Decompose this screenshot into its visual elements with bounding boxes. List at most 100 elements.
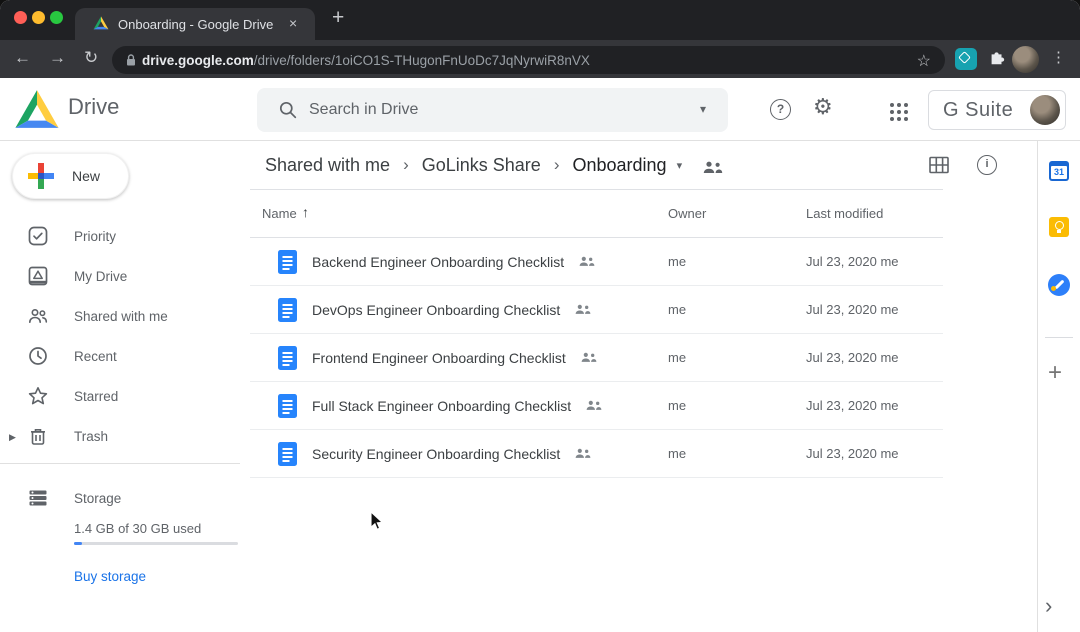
- google-keep-icon[interactable]: [1049, 217, 1069, 237]
- folder-menu-dropdown-icon[interactable]: ▾: [677, 159, 683, 172]
- browser-tab[interactable]: Onboarding - Google Drive ×: [75, 8, 315, 40]
- folder-shared-people-icon[interactable]: [703, 161, 723, 174]
- google-docs-icon: [278, 442, 297, 466]
- back-icon[interactable]: ←: [14, 48, 31, 68]
- file-row[interactable]: Full Stack Engineer Onboarding Checklist…: [250, 382, 943, 430]
- shared-people-icon: [586, 400, 602, 411]
- shared-with-me-icon: [28, 306, 48, 326]
- sidebar-divider: [0, 463, 240, 464]
- golinks-extension-icon[interactable]: [955, 48, 977, 70]
- google-tasks-icon[interactable]: [1048, 274, 1070, 296]
- storage-usage-text: 1.4 GB of 30 GB used: [74, 521, 201, 536]
- info-icon[interactable]: i: [977, 155, 997, 175]
- sidebar-item-label: Storage: [74, 491, 121, 506]
- browser-profile-avatar[interactable]: [1012, 46, 1039, 73]
- window-close-button[interactable]: [14, 11, 27, 24]
- sort-ascending-icon[interactable]: ↑: [302, 204, 309, 220]
- file-modified: Jul 23, 2020 me: [806, 398, 899, 413]
- google-calendar-icon[interactable]: 31: [1049, 161, 1069, 181]
- collapse-panel-chevron-icon[interactable]: ›: [1045, 593, 1052, 619]
- shared-people-icon: [581, 352, 597, 363]
- search-bar[interactable]: ▾: [257, 88, 728, 132]
- file-row[interactable]: Frontend Engineer Onboarding Checklist m…: [250, 334, 943, 382]
- new-button-label: New: [72, 168, 100, 184]
- file-browser-pane: Shared with me › GoLinks Share › Onboard…: [240, 141, 1037, 632]
- sidebar-item-priority[interactable]: Priority: [0, 216, 240, 256]
- gsuite-account-chip[interactable]: G Suite: [928, 90, 1066, 130]
- file-owner: me: [668, 254, 686, 269]
- file-name: Frontend Engineer Onboarding Checklist: [312, 350, 566, 366]
- sidebar-item-my-drive[interactable]: My Drive: [0, 256, 240, 296]
- sidebar-item-storage[interactable]: Storage: [0, 478, 240, 518]
- sidebar-item-label: Trash: [74, 429, 108, 444]
- file-modified: Jul 23, 2020 me: [806, 254, 899, 269]
- sidebar-item-label: Recent: [74, 349, 117, 364]
- extension-glyph: [958, 51, 971, 64]
- browser-tab-strip: Onboarding - Google Drive × +: [0, 0, 1080, 40]
- chevron-right-icon: ›: [554, 155, 560, 177]
- my-drive-icon: [28, 266, 48, 286]
- file-modified: Jul 23, 2020 me: [806, 350, 899, 365]
- settings-gear-icon[interactable]: ⚙: [813, 94, 833, 120]
- url-path: /drive/folders/1oiCO1S-THugonFnUoDc7JqNy…: [254, 53, 590, 68]
- new-tab-button[interactable]: +: [332, 6, 344, 30]
- grid-view-icon[interactable]: [929, 156, 949, 174]
- rail-divider: [1045, 337, 1073, 338]
- google-apps-grid-icon[interactable]: [890, 103, 894, 107]
- file-modified: Jul 23, 2020 me: [806, 302, 899, 317]
- search-input[interactable]: [309, 88, 669, 132]
- reload-icon[interactable]: ↻: [84, 48, 98, 68]
- column-header-name[interactable]: Name: [262, 206, 297, 221]
- file-row[interactable]: DevOps Engineer Onboarding Checklist me …: [250, 286, 943, 334]
- breadcrumb-item[interactable]: GoLinks Share: [422, 155, 541, 176]
- breadcrumb-item-current[interactable]: Onboarding: [572, 155, 666, 176]
- sidebar-item-starred[interactable]: Starred: [0, 376, 240, 416]
- file-owner: me: [668, 350, 686, 365]
- sidebar-item-recent[interactable]: Recent: [0, 336, 240, 376]
- browser-menu-icon[interactable]: ⋮: [1051, 48, 1066, 66]
- drive-favicon: [93, 16, 109, 30]
- google-docs-icon: [278, 346, 297, 370]
- calendar-day: 31: [1051, 166, 1067, 179]
- help-icon[interactable]: ?: [770, 99, 791, 120]
- extensions-puzzle-icon[interactable]: [988, 49, 1006, 67]
- drive-logo[interactable]: [14, 89, 60, 130]
- storage-progress-fill: [74, 542, 82, 545]
- sidebar-item-trash[interactable]: Trash: [0, 416, 240, 456]
- window-zoom-button[interactable]: [50, 11, 63, 24]
- app-name: Drive: [68, 94, 119, 120]
- sidebar-item-label: Priority: [74, 229, 116, 244]
- file-owner: me: [668, 302, 686, 317]
- trash-icon: [28, 426, 48, 446]
- address-bar[interactable]: drive.google.com/drive/folders/1oiCO1S-T…: [112, 46, 945, 74]
- buy-storage-link[interactable]: Buy storage: [74, 569, 146, 584]
- breadcrumb-item[interactable]: Shared with me: [265, 155, 390, 176]
- forward-icon[interactable]: →: [49, 48, 66, 68]
- window-minimize-button[interactable]: [32, 11, 45, 24]
- search-options-dropdown-icon[interactable]: ▾: [700, 102, 706, 116]
- bookmark-star-icon[interactable]: ☆: [917, 51, 931, 71]
- file-name: Full Stack Engineer Onboarding Checklist: [312, 398, 571, 414]
- breadcrumb: Shared with me › GoLinks Share › Onboard…: [240, 141, 1037, 190]
- add-addon-plus-icon[interactable]: +: [1048, 359, 1062, 387]
- column-header-modified: Last modified: [806, 206, 883, 221]
- priority-icon: [28, 226, 48, 246]
- sidebar-item-shared-with-me[interactable]: Shared with me: [0, 296, 240, 336]
- file-name: Backend Engineer Onboarding Checklist: [312, 254, 564, 270]
- file-owner: me: [668, 398, 686, 413]
- shared-people-icon: [575, 304, 591, 315]
- new-button[interactable]: New: [12, 153, 129, 199]
- tab-close-icon[interactable]: ×: [289, 15, 297, 31]
- recent-clock-icon: [28, 346, 48, 366]
- screen: Onboarding - Google Drive × + ← → ↻ driv…: [0, 0, 1080, 632]
- account-avatar[interactable]: [1030, 95, 1060, 125]
- browser-toolbar: ← → ↻ drive.google.com/drive/folders/1oi…: [0, 40, 1080, 78]
- google-docs-icon: [278, 394, 297, 418]
- tab-title: Onboarding - Google Drive: [118, 17, 278, 32]
- sidebar: New Priority My Drive ▶ Shared with me: [0, 141, 240, 632]
- shared-people-icon: [575, 448, 591, 459]
- file-row[interactable]: Security Engineer Onboarding Checklist m…: [250, 430, 943, 478]
- file-row[interactable]: Backend Engineer Onboarding Checklist me…: [250, 238, 943, 286]
- column-header-owner: Owner: [668, 206, 706, 221]
- chevron-right-icon: ›: [403, 155, 409, 177]
